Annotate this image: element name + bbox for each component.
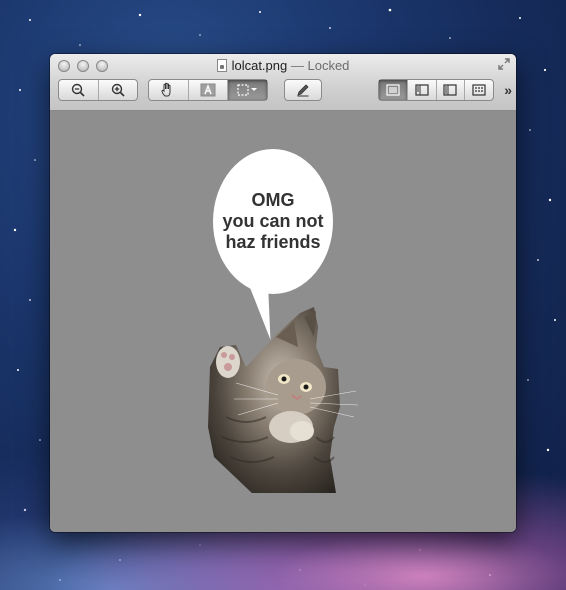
zoom-out-icon [72, 83, 85, 97]
tool-selector [148, 79, 268, 101]
title-locked-status[interactable]: Locked [307, 58, 349, 73]
cat-photo [208, 307, 359, 493]
rectangular-selection-icon [237, 84, 257, 96]
hand-icon [161, 82, 171, 97]
view-thumbnails-button[interactable] [408, 80, 437, 100]
title-separator: — [290, 58, 304, 73]
zoom-in-icon [111, 83, 125, 97]
speech-line-2: you can not [222, 211, 324, 231]
zoom-in-button[interactable] [99, 80, 138, 100]
view-contact-sheet-button[interactable] [465, 80, 493, 100]
title-filename: lolcat.png [231, 58, 288, 73]
toolbar: » [58, 79, 512, 103]
single-page-icon [386, 84, 400, 96]
annotate-control [284, 79, 322, 101]
view-content-only-button[interactable] [379, 80, 408, 100]
view-table-of-contents-button[interactable] [437, 80, 466, 100]
pencil-icon [297, 84, 309, 97]
toolbar-overflow-button[interactable]: » [504, 82, 512, 98]
text-select-tool-button[interactable] [189, 80, 229, 100]
window-title: lolcat.png — Locked [50, 58, 516, 74]
preview-window[interactable]: lolcat.png — Locked » OMG you can not ha… [50, 54, 516, 532]
annotate-button[interactable] [285, 80, 321, 100]
fullscreen-icon[interactable] [498, 58, 510, 73]
view-mode-control [378, 79, 494, 101]
sidebar-right-icon [443, 84, 457, 96]
speech-line-1: OMG [251, 190, 295, 210]
zoom-out-button[interactable] [59, 80, 99, 100]
rectangular-selection-tool-button[interactable] [228, 80, 268, 100]
zoom-control [58, 79, 138, 101]
move-tool-button[interactable] [149, 80, 189, 100]
title-bar[interactable]: lolcat.png — Locked » [50, 54, 516, 111]
contact-sheet-icon [472, 84, 486, 96]
document-icon[interactable] [216, 59, 227, 72]
image-canvas[interactable]: OMG you can not haz friends [50, 111, 516, 532]
sidebar-left-icon [415, 84, 429, 96]
text-select-icon [200, 83, 216, 97]
speech-line-3: haz friends [225, 232, 321, 252]
speech-bubble: OMG you can not haz friends [213, 149, 333, 294]
